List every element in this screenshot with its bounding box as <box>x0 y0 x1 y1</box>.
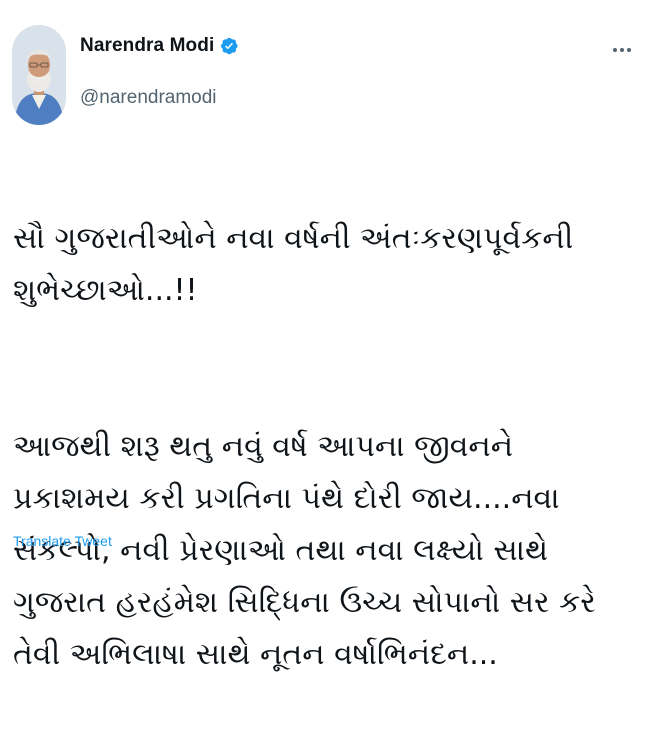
name-row: Narendra Modi <box>80 32 239 60</box>
profile-photo-icon <box>12 25 66 125</box>
tweet-line-1: સૌ ગુજરાતીઓને નવા વર્ષની અંતઃકરણપૂર્વકની… <box>13 221 574 308</box>
tweet-paragraph-2: આજથી શરૂ થતુ નવું વર્ષ આપના જીવનને પ્રકા… <box>13 429 596 672</box>
author-handle[interactable]: @narendramodi <box>80 87 239 109</box>
more-horizontal-icon <box>613 48 631 52</box>
tweet-text: સૌ ગુજરાતીઓને નવા વર્ષની અંતઃકરણપૂર્વકની… <box>13 161 638 733</box>
tweet-card: Narendra Modi @narendramodi સૌ ગુજરાતીઓન… <box>0 0 650 672</box>
more-options-button[interactable] <box>610 38 634 62</box>
verified-badge-icon <box>219 36 239 56</box>
author-display-name[interactable]: Narendra Modi <box>80 35 214 57</box>
translate-tweet-link[interactable]: Translate Tweet <box>13 533 112 549</box>
avatar[interactable] <box>12 25 66 125</box>
author-block: Narendra Modi @narendramodi <box>80 32 239 109</box>
